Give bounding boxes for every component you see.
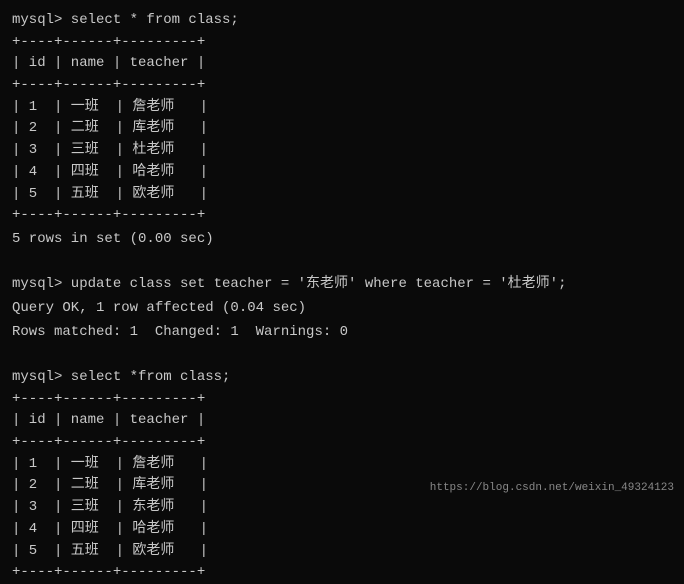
blank1 [12, 253, 672, 275]
table1-row-3: | 3 | 三班 | 杜老师 | [12, 140, 672, 162]
table2-sep3: +----+------+---------+ [12, 562, 672, 584]
terminal: mysql> select * from class; +----+------… [12, 10, 672, 490]
table2-header: | id | name | teacher | [12, 410, 672, 432]
table2-row-3: | 3 | 三班 | 东老师 | [12, 497, 672, 519]
table1-row-4: | 4 | 四班 | 哈老师 | [12, 162, 672, 184]
table2-row-1: | 1 | 一班 | 詹老师 | [12, 454, 672, 476]
table1-row-1: | 1 | 一班 | 詹老师 | [12, 97, 672, 119]
table1-sep3: +----+------+---------+ [12, 205, 672, 227]
query-1-prompt: mysql> select * from class; [12, 10, 672, 32]
update-matched: Rows matched: 1 Changed: 1 Warnings: 0 [12, 322, 672, 344]
table1-rowcount: 5 rows in set (0.00 sec) [12, 229, 672, 251]
table1-sep1: +----+------+---------+ [12, 32, 672, 54]
table1-sep2: +----+------+---------+ [12, 75, 672, 97]
table1-row-2: | 2 | 二班 | 库老师 | [12, 118, 672, 140]
watermark: https://blog.csdn.net/weixin_49324123 [430, 482, 674, 494]
table2-sep1: +----+------+---------+ [12, 389, 672, 411]
table1-row-5: | 5 | 五班 | 欧老师 | [12, 184, 672, 206]
blank2 [12, 345, 672, 367]
query-2-prompt: mysql> select *from class; [12, 367, 672, 389]
table2-sep2: +----+------+---------+ [12, 432, 672, 454]
update-ok: Query OK, 1 row affected (0.04 sec) [12, 298, 672, 320]
table1-header: | id | name | teacher | [12, 53, 672, 75]
table2-row-4: | 4 | 四班 | 哈老师 | [12, 519, 672, 541]
table2-row-5: | 5 | 五班 | 欧老师 | [12, 541, 672, 563]
update-prompt: mysql> update class set teacher = '东老师' … [12, 274, 672, 296]
